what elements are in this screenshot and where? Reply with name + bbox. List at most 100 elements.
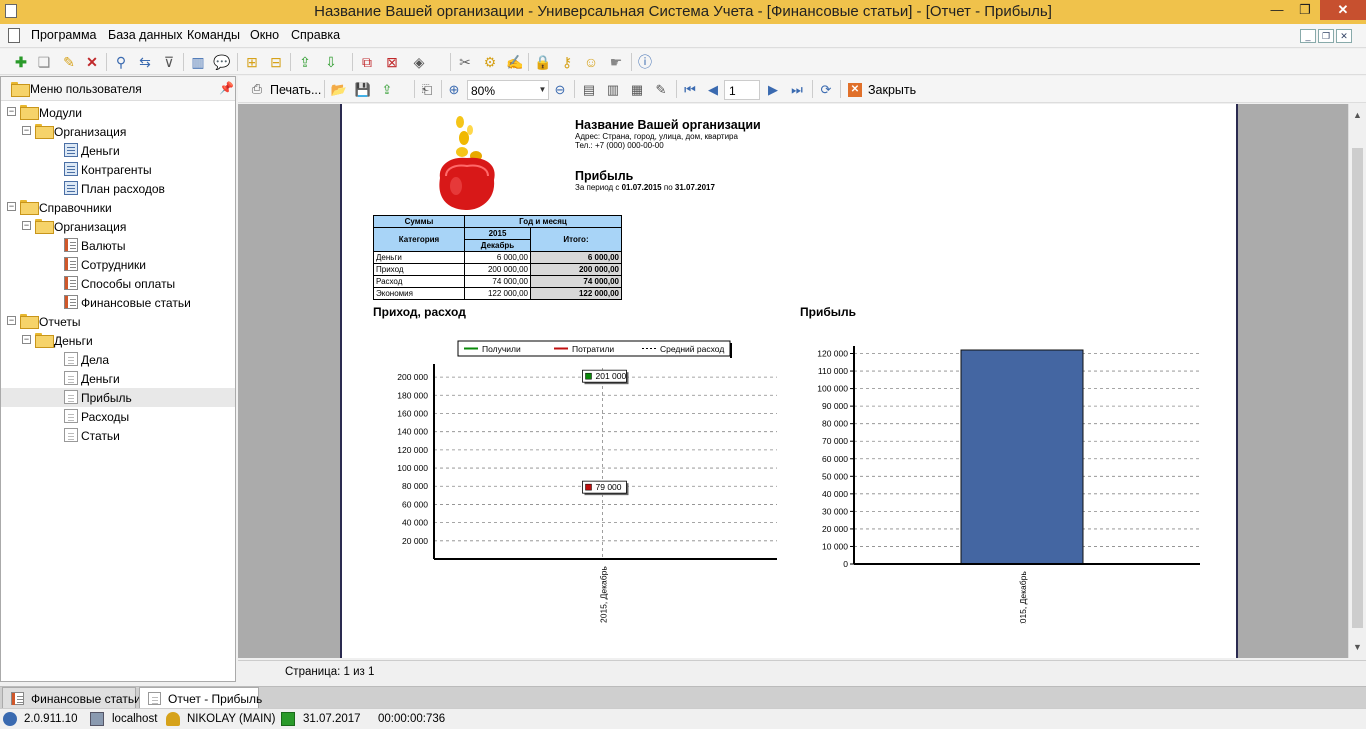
single-page-icon[interactable]: ▤ (580, 81, 598, 99)
add-icon[interactable]: ✚ (12, 53, 30, 71)
report-viewer[interactable]: Название Вашей организации Адрес: Страна… (238, 104, 1348, 658)
scroll-up-icon[interactable]: ▲ (1353, 110, 1362, 120)
export-icon[interactable]: ⇪ (296, 53, 314, 71)
prev-page-icon[interactable]: ◀ (704, 81, 722, 99)
export-report-icon[interactable]: ⇪ (378, 81, 396, 99)
data-label-swatch (585, 372, 592, 380)
collapse-icon[interactable]: − (7, 107, 16, 116)
collapse-icon[interactable]: − (22, 335, 31, 344)
menu-help[interactable]: Справка (291, 28, 340, 42)
edit-icon[interactable]: ✎ (60, 53, 78, 71)
tree-item[interactable]: − Модули (1, 103, 235, 122)
comment-icon[interactable]: 💬 (213, 53, 231, 71)
hand-icon[interactable]: ☛ (607, 53, 625, 71)
collapse-icon[interactable]: − (22, 221, 31, 230)
tree-item[interactable]: Прибыль (1, 388, 235, 407)
open-icon[interactable]: 📂 (330, 81, 348, 99)
tree-item-label: Деньги (54, 334, 93, 348)
page-setup-icon[interactable]: ⎗ (418, 81, 436, 99)
vertical-scrollbar[interactable]: ▲ ▼ (1348, 104, 1366, 658)
chart-icon[interactable]: ▥ (189, 53, 207, 71)
report-page: Название Вашей организации Адрес: Страна… (340, 104, 1238, 658)
tree-item[interactable]: Расходы (1, 407, 235, 426)
find-next-icon[interactable]: ⇆ (136, 53, 154, 71)
next-page-icon[interactable]: ▶ (764, 81, 782, 99)
menu-program[interactable]: Программа (31, 28, 97, 42)
zoom-in-icon[interactable]: ⊕ (445, 81, 463, 99)
delete-icon[interactable]: ✕ (83, 53, 101, 71)
tree-item[interactable]: Способы оплаты (1, 274, 235, 293)
two-pages-icon[interactable]: ▥ (604, 81, 622, 99)
tree-item[interactable]: Валюты (1, 236, 235, 255)
speaker-icon[interactable]: ◈ (410, 53, 428, 71)
collapse-icon[interactable]: − (22, 126, 31, 135)
last-page-icon[interactable]: ⏭ (788, 81, 806, 99)
close-window-button[interactable]: ✕ (1320, 0, 1366, 20)
mdi-restore-icon[interactable]: ❐ (1318, 29, 1334, 43)
tab-financial-items[interactable]: Финансовые статьи (2, 687, 141, 709)
menu-commands[interactable]: Команды (187, 28, 240, 42)
collapse-icon[interactable]: − (7, 202, 16, 211)
tree-item[interactable]: План расходов (1, 179, 235, 198)
table-cell-category: Деньги (373, 251, 465, 264)
search-icon[interactable]: ⚲ (112, 53, 130, 71)
minimize-button[interactable]: — (1262, 0, 1292, 20)
refresh-icon[interactable]: ⟳ (817, 81, 835, 99)
collapse-icon[interactable]: − (7, 316, 16, 325)
mdi-minimize-icon[interactable]: _ (1300, 29, 1316, 43)
page-number-input[interactable]: 1 (724, 80, 760, 100)
page-layout-icon[interactable]: ▦ (628, 81, 646, 99)
print-label: Печать... (270, 83, 322, 97)
tree-item[interactable]: Сотрудники (1, 255, 235, 274)
tree-item[interactable]: − Справочники (1, 198, 235, 217)
lock-icon[interactable]: 🔒 (534, 53, 552, 71)
pin-icon[interactable]: 📌 (219, 81, 234, 95)
save-icon[interactable]: 💾 (354, 81, 372, 99)
scroll-down-icon[interactable]: ▼ (1353, 642, 1362, 652)
new-window-icon[interactable]: ⧉ (358, 53, 376, 71)
tree-item[interactable]: Финансовые статьи (1, 293, 235, 312)
mdi-close-icon[interactable]: ✕ (1336, 29, 1352, 43)
y-tick-label: 60 000 (402, 499, 428, 509)
tree-item[interactable]: − Организация (1, 217, 235, 236)
maximize-button[interactable]: ❐ (1290, 0, 1320, 20)
import-icon[interactable]: ⇩ (322, 53, 340, 71)
tab-profit-report[interactable]: Отчет - Прибыль (139, 687, 262, 709)
menu-window[interactable]: Окно (250, 28, 279, 42)
info-icon[interactable]: ⓘ (636, 53, 654, 71)
table-header-year: 2015 (464, 227, 531, 240)
tree-item[interactable]: − Организация (1, 122, 235, 141)
tree-item[interactable]: − Деньги (1, 331, 235, 350)
group-icon[interactable]: ⊟ (267, 53, 285, 71)
tree-item[interactable]: − Отчеты (1, 312, 235, 331)
tree-item[interactable]: Дела (1, 350, 235, 369)
y-tick-label: 140 000 (397, 427, 428, 437)
table-cell-total: 74 000,00 (530, 275, 622, 288)
menu-database[interactable]: База данных (108, 28, 182, 42)
tree-icon[interactable]: ⊞ (243, 53, 261, 71)
tools-icon[interactable]: ✂ (456, 53, 474, 71)
notes-icon[interactable]: ✍ (506, 53, 524, 71)
tree-item[interactable]: Деньги (1, 369, 235, 388)
wallet-logo-icon (439, 116, 495, 210)
edit-report-icon[interactable]: ✎ (652, 81, 670, 99)
filter-icon[interactable]: ⊽ (160, 53, 178, 71)
close-doc-icon[interactable]: ⊠ (383, 53, 401, 71)
users-icon[interactable]: ☺ (582, 53, 600, 71)
tree-item-label: Организация (54, 125, 127, 139)
tree-item[interactable]: Статьи (1, 426, 235, 445)
tree-item[interactable]: Контрагенты (1, 160, 235, 179)
zoom-select[interactable]: 80% ▼ (467, 80, 549, 100)
copy-icon[interactable]: ❏ (35, 53, 53, 71)
settings-icon[interactable]: ⚙ (481, 53, 499, 71)
first-page-icon[interactable]: ⏮ (681, 81, 699, 99)
table-header-month: Декабрь (464, 239, 531, 252)
legend-label: Получили (482, 344, 521, 354)
scrollbar-thumb[interactable] (1352, 148, 1363, 628)
tree-item[interactable]: Деньги (1, 141, 235, 160)
folder-icon (11, 82, 30, 97)
status-server: localhost (112, 713, 158, 725)
zoom-out-icon[interactable]: ⊖ (551, 81, 569, 99)
y-tick-label: 180 000 (397, 390, 428, 400)
key-icon[interactable]: ⚷ (558, 53, 576, 71)
